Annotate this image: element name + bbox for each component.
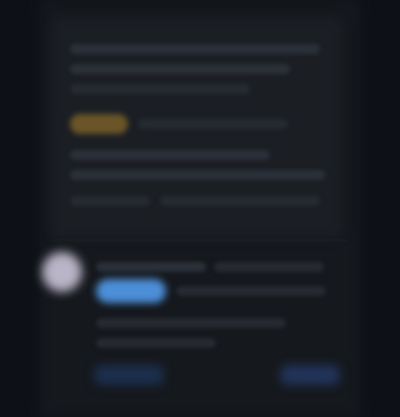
left-margin xyxy=(0,0,40,417)
text-line xyxy=(70,84,250,94)
text-line xyxy=(70,150,270,160)
action-button-right[interactable] xyxy=(280,365,340,385)
text-line xyxy=(176,286,326,296)
text-line xyxy=(160,196,320,206)
text-line xyxy=(70,170,325,180)
blurred-screen xyxy=(0,0,400,417)
action-button-left[interactable] xyxy=(94,365,164,385)
status-badge xyxy=(70,114,128,134)
text-line xyxy=(96,318,286,328)
text-line xyxy=(138,119,288,129)
text-line xyxy=(70,196,150,206)
text-line xyxy=(214,262,324,272)
avatar[interactable] xyxy=(42,252,82,292)
right-margin xyxy=(360,0,400,417)
text-line xyxy=(96,262,206,272)
text-line xyxy=(70,44,320,54)
text-line xyxy=(96,338,216,348)
divider xyxy=(52,240,348,241)
link-pill[interactable] xyxy=(96,279,166,303)
text-line xyxy=(70,64,290,74)
